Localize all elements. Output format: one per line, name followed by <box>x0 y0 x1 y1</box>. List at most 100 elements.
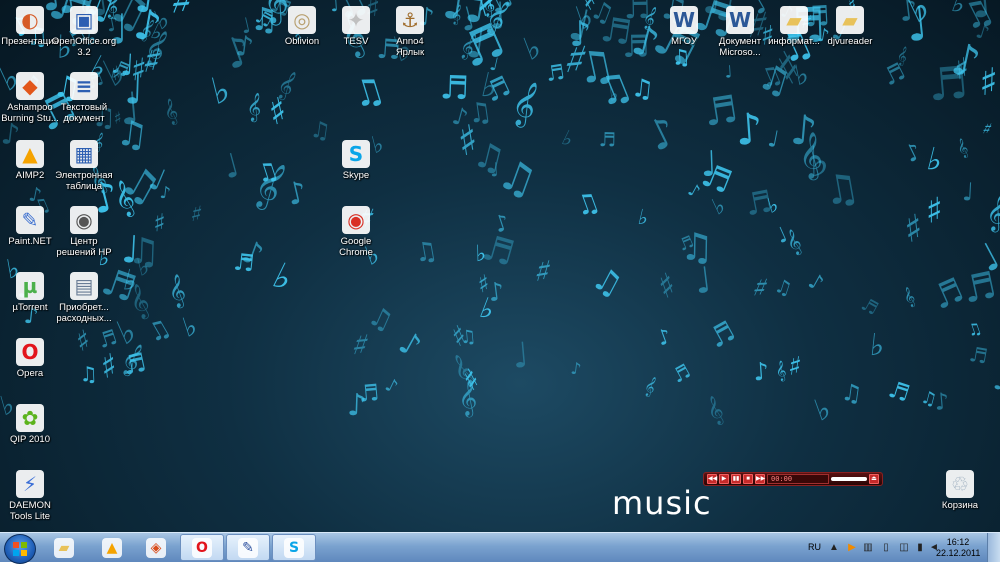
desktop-icon-label: Anno4 Ярлык <box>395 36 425 58</box>
wallpaper-note: ♪ <box>640 106 685 161</box>
desktop-icon-label: AIMP2 <box>15 170 45 181</box>
desktop-icon-label: QIP 2010 <box>10 434 50 445</box>
wallpaper-note: ♬ <box>120 348 149 382</box>
desktop-icon-label: µTorrent <box>12 302 48 313</box>
wallpaper-note: ♯ <box>153 208 167 238</box>
desktop-icon-text-doc[interactable]: ≡ Текстовый документ <box>52 72 116 124</box>
network-icon[interactable]: ▥ <box>862 542 874 554</box>
media-player-icon: ◈ <box>146 537 166 558</box>
wallpaper-note: ♭ <box>868 328 886 364</box>
desktop-icon-label: Электронная таблица <box>55 170 113 192</box>
wallpaper-note: ♩ <box>766 126 782 154</box>
desktop-icon-djvureader[interactable]: ▰ djvureader <box>818 6 882 47</box>
wallpaper-note: ♫ <box>571 186 604 223</box>
utorrent-icon: µ <box>16 272 44 300</box>
player-volume-slider[interactable] <box>831 477 867 481</box>
desktop-icon-mgou[interactable]: W МГОУ <box>652 6 716 47</box>
opera-icon: O <box>192 537 212 558</box>
show-desktop-button[interactable] <box>987 533 1000 562</box>
aimp-icon: ▲ <box>102 537 122 558</box>
desktop-icon-label: OpenOffice.org 3.2 <box>51 36 117 58</box>
wallpaper-note: ♫ <box>459 326 477 348</box>
wallpaper-note: ♬ <box>358 380 381 408</box>
desktop[interactable]: ♩♯♫♭♩♫♬♫♫𝄞♯♪♭♬♭♭♯𝄞♪♫♬♪♬♭♭𝄞♬𝄞𝄞♯♬♯♫♪𝄞♬♩♩♩♪… <box>0 0 1000 532</box>
wallpaper-note: ♫ <box>79 362 98 387</box>
desktop-icon-chrome[interactable]: ◉ Google Chrome <box>324 206 388 258</box>
wallpaper-note: ♩ <box>219 146 244 187</box>
wallpaper-note: ♪ <box>901 138 926 168</box>
language-indicator[interactable]: RU <box>808 542 821 552</box>
daemon-tools-icon: ⚡ <box>16 470 44 498</box>
wallpaper-note: 𝄞 <box>506 78 543 131</box>
mini-player[interactable]: ◀◀ ▶ ▮▮ ■ ▶▶ 00:00 ⏏ <box>703 472 883 486</box>
player-play-button[interactable]: ▶ <box>719 474 729 484</box>
device-icon[interactable]: ▯ <box>880 542 892 554</box>
chevron-up-icon[interactable]: ▲ <box>828 542 840 554</box>
wallpaper-note: ♯ <box>188 201 204 229</box>
desktop-icon-label: Текстовый документ <box>60 102 108 124</box>
wallpaper-note: ♯ <box>347 326 373 365</box>
wallpaper-note: ♪ <box>804 268 828 296</box>
desktop-icon-opera[interactable]: O Opera <box>0 338 62 379</box>
wallpaper-note: ♬ <box>703 314 741 355</box>
wallpaper-note: ♬ <box>885 377 913 408</box>
wallpaper-note: ♬ <box>926 57 970 111</box>
taskbar-button-paint[interactable]: ✎ <box>226 534 270 561</box>
wallpaper-note: ♯ <box>99 347 119 387</box>
desktop-icon-label: Приобрет... расходных... <box>56 302 112 324</box>
wallpaper: ♩♯♫♭♩♫♬♫♫𝄞♯♪♭♬♭♭♯𝄞♪♫♬♪♬♭♭𝄞♬𝄞𝄞♯♬♯♫♪𝄞♬♩♩♩♪… <box>0 0 1000 429</box>
word-document-icon: W <box>726 6 754 34</box>
desktop-icon-label: Центр решений HP <box>56 236 112 258</box>
desktop-icon-daemon[interactable]: ⚡ DAEMON Tools Lite <box>0 470 62 522</box>
qip-icon: ✿ <box>16 404 44 432</box>
taskbar: ▰ ▲ ◈ O ✎ S RU ▲ ▶ ▥ ▯ ◫ ▮ ◄ 16:12 22.12.2011 <box>0 532 1000 564</box>
player-pause-button[interactable]: ▮▮ <box>731 474 741 484</box>
wallpaper-note: ♭ <box>636 205 651 231</box>
player-next-button[interactable]: ▶▶ <box>755 474 765 484</box>
wallpaper-music-text: music <box>612 484 712 522</box>
player-eject-button[interactable]: ⏏ <box>869 474 879 484</box>
desktop-icon-skype[interactable]: S Skype <box>324 140 388 181</box>
taskbar-button-aimp[interactable]: ▲ <box>90 534 134 561</box>
desktop-icon-acquire[interactable]: ▤ Приобрет... расходных... <box>52 272 116 324</box>
clock[interactable]: 16:12 22.12.2011 <box>936 537 980 559</box>
desktop-icon-recycle-bin[interactable]: ♲ Корзина <box>928 470 992 511</box>
wallpaper-note: ♫ <box>820 164 863 216</box>
taskbar-button-skype[interactable]: S <box>272 534 316 561</box>
taskbar-button-opera[interactable]: O <box>180 534 224 561</box>
desktop-icon-spreadsheet[interactable]: ▦ Электронная таблица <box>52 140 116 192</box>
wallpaper-note: ♭ <box>558 126 577 152</box>
wallpaper-note: 𝄞 <box>901 287 918 309</box>
hp-supplies-icon: ▤ <box>70 272 98 300</box>
wallpaper-note: 𝄞 <box>245 91 263 122</box>
desktop-icon-hp-center[interactable]: ◉ Центр решений HP <box>52 206 116 258</box>
wallpaper-note: ♭ <box>519 29 546 68</box>
desktop-icon-openoffice[interactable]: ▣ OpenOffice.org 3.2 <box>52 6 116 58</box>
usb-icon[interactable]: ◫ <box>898 542 910 554</box>
wallpaper-note: ♪ <box>382 374 402 398</box>
wallpaper-note: 𝄞 <box>984 193 1000 233</box>
wallpaper-note: ♪ <box>752 356 770 386</box>
hp-solution-center-icon: ◉ <box>70 206 98 234</box>
desktop-icon-qip[interactable]: ✿ QIP 2010 <box>0 404 62 445</box>
desktop-icon-informat[interactable]: ▰ информат... <box>762 6 826 47</box>
wallpaper-note: ♪ <box>159 182 172 203</box>
start-button[interactable] <box>4 534 36 564</box>
aimp-icon: ▲ <box>16 140 44 168</box>
desktop-icon-label: МГОУ <box>671 36 697 47</box>
desktop-icon-anno4[interactable]: ⚓ Anno4 Ярлык <box>378 6 442 58</box>
player-prev-button[interactable]: ◀◀ <box>707 474 717 484</box>
taskbar-button-explorer[interactable]: ▰ <box>42 534 86 561</box>
battery-icon[interactable]: ▮ <box>914 542 926 554</box>
wallpaper-note: ♭ <box>179 311 201 344</box>
taskbar-button-media[interactable]: ◈ <box>134 534 178 561</box>
folder-icon: ▰ <box>780 6 808 34</box>
player-stop-button[interactable]: ■ <box>743 474 753 484</box>
wallpaper-note: ♬ <box>967 342 989 369</box>
desktop-icon-label: TESV <box>343 36 369 47</box>
anno-icon: ⚓ <box>396 6 424 34</box>
media-tray-icon[interactable]: ▶ <box>846 542 858 554</box>
wallpaper-note: ♫ <box>772 274 795 301</box>
wallpaper-note: ♭ <box>810 391 835 429</box>
word-document-icon: W <box>670 6 698 34</box>
